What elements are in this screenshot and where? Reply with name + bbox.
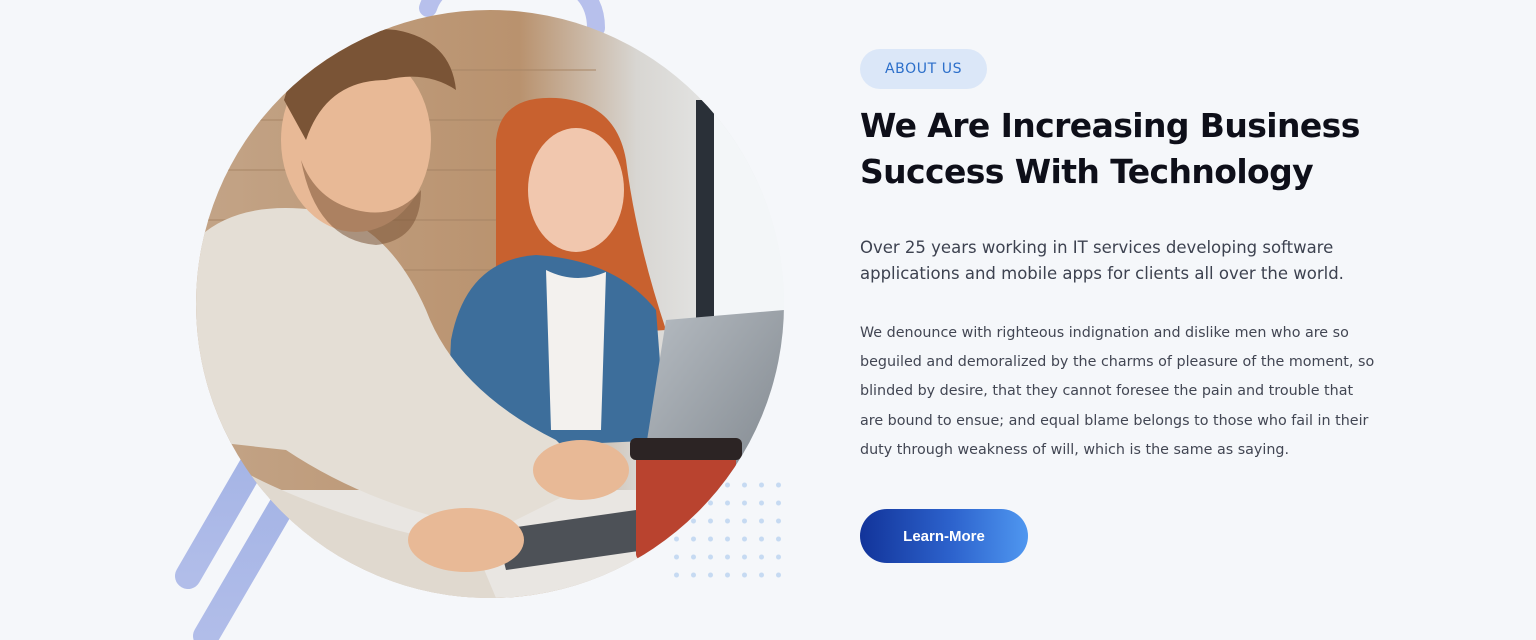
section-badge: ABOUT US (860, 49, 988, 89)
section-lead-text: Over 25 years working in IT services dev… (860, 238, 1344, 283)
team-photo (196, 10, 784, 598)
team-photo-illustration (196, 10, 784, 598)
learn-more-button[interactable]: Learn-More (860, 509, 1028, 564)
section-body-text: We denounce with righteous indignation a… (860, 325, 1375, 458)
section-title: We Are Increasing Business Success With … (860, 106, 1360, 191)
about-section: ABOUT US We Are Increasing Business Succ… (0, 0, 1536, 640)
about-content: ABOUT US We Are Increasing Business Succ… (860, 49, 1400, 564)
